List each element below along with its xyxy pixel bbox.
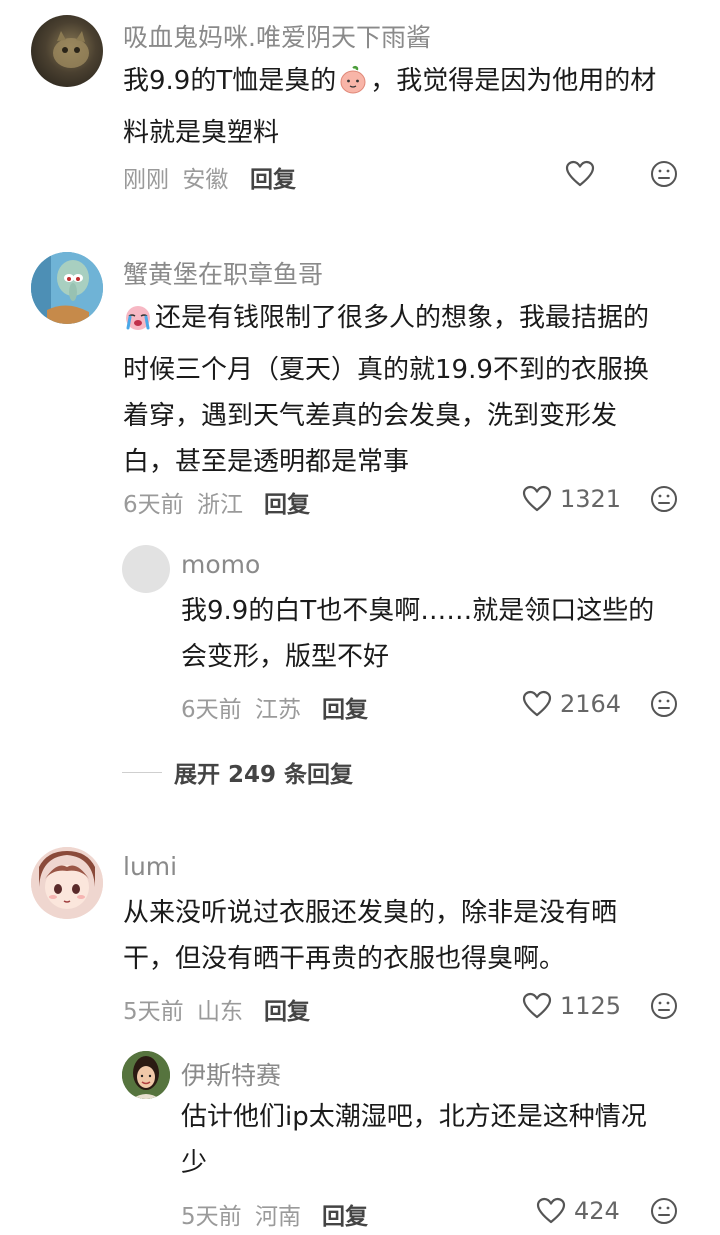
heart-icon xyxy=(536,1197,566,1224)
comment-text-line: 料就是臭塑料 xyxy=(123,118,280,148)
like-count: 2164 xyxy=(560,690,622,718)
reply-button[interactable]: 回复 xyxy=(322,1197,368,1231)
comment-text: 从来没听说过衣服还发臭的，除非是没有晒 干，但没有晒干再贵的衣服也得臭啊。 xyxy=(123,890,703,982)
avatar[interactable] xyxy=(31,252,103,324)
emoji-face-icon xyxy=(651,161,677,187)
avatar[interactable] xyxy=(122,545,170,593)
like-count: 424 xyxy=(574,1197,620,1225)
comment-text: 我9.9的白T也不臭啊……就是领口这些的 会变形，版型不好 xyxy=(181,588,701,680)
timestamp: 刚刚 xyxy=(123,167,169,193)
comment-text-line: 白，甚至是透明都是常事 xyxy=(123,447,410,477)
comment-text-line: 会变形，版型不好 xyxy=(181,642,390,672)
like-button[interactable]: 424 xyxy=(536,1197,620,1225)
crying-emoji xyxy=(123,301,153,347)
avatar-squidward-image xyxy=(31,252,103,324)
comment-text: 还是有钱限制了很多人的想象，我最拮据的 时候三个月（夏天）真的就19.9不到的衣… xyxy=(123,295,713,485)
heart-icon xyxy=(522,690,552,717)
comment-text-line: 干，但没有晒干再贵的衣服也得臭啊。 xyxy=(123,944,566,974)
comment-meta: 刚刚 安徽 xyxy=(123,160,228,194)
timestamp: 6天前 xyxy=(181,697,242,723)
comment-text: 我9.9的T恤是臭的 ，我觉得是因为他用的材 料就是臭塑料 xyxy=(123,58,703,156)
emoji-face-icon xyxy=(651,486,677,512)
heart-icon xyxy=(522,485,552,512)
avatar[interactable] xyxy=(31,847,103,919)
like-button[interactable]: 1125 xyxy=(522,992,621,1020)
avatar-anime-girl-image xyxy=(31,847,103,919)
avatar[interactable] xyxy=(31,15,103,87)
username[interactable]: momo xyxy=(181,550,260,579)
peach-emoji xyxy=(338,64,368,110)
emoji-reaction-button[interactable] xyxy=(650,690,678,718)
emoji-face-icon xyxy=(651,993,677,1019)
timestamp: 5天前 xyxy=(123,999,184,1025)
like-button[interactable] xyxy=(565,160,595,188)
comment-text-line: 时候三个月（夏天）真的就19.9不到的衣服换 xyxy=(123,355,649,385)
reply-button[interactable]: 回复 xyxy=(250,160,296,194)
timestamp: 6天前 xyxy=(123,492,184,518)
timestamp: 5天前 xyxy=(181,1204,242,1230)
comment-text-line: 还是有钱限制了很多人的想象，我最拮据的 xyxy=(155,303,650,333)
reply-button[interactable]: 回复 xyxy=(264,992,310,1026)
comment-text-line: 着穿，遇到天气差真的会发臭，洗到变形发 xyxy=(123,401,618,431)
heart-icon xyxy=(565,160,595,187)
comment-text-line: 我9.9的白T也不臭啊……就是领口这些的 xyxy=(181,596,655,626)
comment-meta: 6天前 浙江 xyxy=(123,485,243,519)
comment-meta: 6天前 江苏 xyxy=(181,690,301,724)
comment-text-line: 我9.9的T恤是臭的 xyxy=(123,66,337,96)
comment-meta: 5天前 河南 xyxy=(181,1197,301,1231)
emoji-face-icon xyxy=(651,1198,677,1224)
location: 河南 xyxy=(254,1204,301,1230)
location: 江苏 xyxy=(254,697,301,723)
location: 浙江 xyxy=(196,492,243,518)
comment-text-line: 少 xyxy=(181,1148,208,1178)
like-button[interactable]: 1321 xyxy=(522,485,621,513)
username[interactable]: 蟹黄堡在职章鱼哥 xyxy=(123,255,323,291)
reply-button[interactable]: 回复 xyxy=(264,485,310,519)
location: 安徽 xyxy=(182,167,229,193)
username[interactable]: lumi xyxy=(123,852,177,881)
like-count: 1321 xyxy=(560,485,622,513)
emoji-reaction-button[interactable] xyxy=(650,1197,678,1225)
expand-replies-button[interactable]: 展开 249 条回复 xyxy=(122,755,353,789)
reply-button[interactable]: 回复 xyxy=(322,690,368,724)
avatar[interactable] xyxy=(122,1051,170,1099)
expand-label: 展开 249 条回复 xyxy=(174,762,354,788)
location: 山东 xyxy=(196,999,243,1025)
username[interactable]: 吸血鬼妈咪.唯爱阴天下雨酱 xyxy=(123,18,431,54)
emoji-reaction-button[interactable] xyxy=(650,485,678,513)
emoji-face-icon xyxy=(651,691,677,717)
avatar-portrait-image xyxy=(122,1051,170,1099)
comment-text-line: 从来没听说过衣服还发臭的，除非是没有晒 xyxy=(123,898,618,928)
username[interactable]: 伊斯特赛 xyxy=(181,1056,281,1092)
comment-text-line: 估计他们ip太潮湿吧，北方还是这种情况 xyxy=(181,1102,647,1132)
like-button[interactable]: 2164 xyxy=(522,690,621,718)
like-count: 1125 xyxy=(560,992,622,1020)
emoji-reaction-button[interactable] xyxy=(650,992,678,1020)
avatar-cat-image xyxy=(53,31,89,68)
heart-icon xyxy=(522,992,552,1019)
comment-meta: 5天前 山东 xyxy=(123,992,243,1026)
comment-text-line: ，我觉得是因为他用的材 xyxy=(370,66,657,96)
expand-divider xyxy=(122,771,162,773)
emoji-reaction-button[interactable] xyxy=(650,160,678,188)
comment-text: 估计他们ip太潮湿吧，北方还是这种情况 少 xyxy=(181,1094,701,1186)
